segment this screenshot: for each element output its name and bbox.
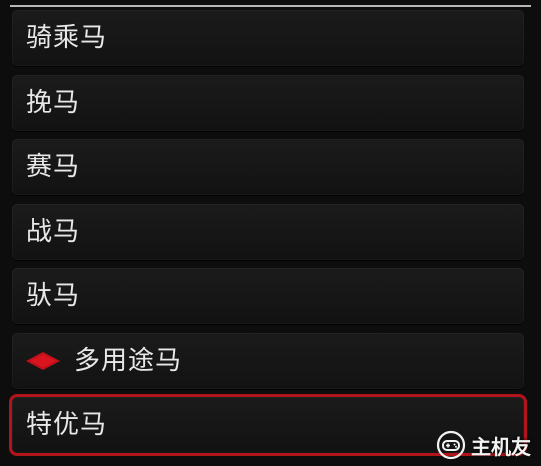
menu-item-pack-horse[interactable]: 驮马 [12, 268, 524, 324]
watermark: 主机友 [436, 430, 531, 460]
gamepad-icon [436, 430, 466, 460]
menu-item-label: 战马 [26, 216, 81, 247]
menu-item-riding-horse[interactable]: 骑乘马 [12, 10, 524, 66]
menu-item-racing-horse[interactable]: 赛马 [12, 139, 524, 195]
red-diamond-icon [26, 351, 60, 370]
menu-item-draft-horse[interactable]: 挽马 [12, 74, 524, 131]
horse-type-menu: 骑乘马 挽马 赛马 战马 驮马 多用途马 特优马 [9, 10, 527, 456]
top-divider [10, 5, 531, 7]
menu-item-label: 骑乘马 [26, 23, 108, 53]
menu-item-label: 赛马 [26, 152, 81, 182]
menu-item-label: 特优马 [26, 410, 108, 440]
menu-item-label: 驮马 [26, 281, 81, 311]
menu-item-label: 挽马 [26, 87, 81, 118]
menu-item-multipurpose-horse[interactable]: 多用途马 [12, 332, 524, 389]
menu-item-war-horse[interactable]: 战马 [12, 203, 524, 260]
watermark-text: 主机友 [471, 434, 531, 459]
menu-item-label: 多用途马 [74, 345, 183, 376]
